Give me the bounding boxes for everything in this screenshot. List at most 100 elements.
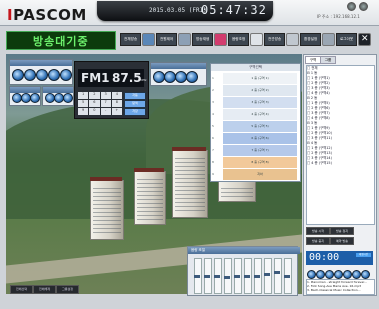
fader-knob[interactable] [194, 274, 200, 278]
toolbar-play-button[interactable]: 방송재생 [192, 31, 228, 48]
keypad-key[interactable]: 5 [78, 100, 89, 107]
mixer-title: 음량 조절 [188, 247, 300, 254]
keypad-key[interactable]: 0 [89, 108, 100, 115]
toolbar-settings-button[interactable]: 환경설정 [300, 31, 336, 48]
zone-item[interactable]: 1 층 (구역 1) [223, 73, 297, 84]
minimize-icon[interactable] [347, 2, 356, 11]
zone-icon [286, 33, 300, 46]
building-roof [134, 168, 164, 172]
close-icon[interactable] [359, 2, 368, 11]
select-all-button[interactable]: 전체선택 [10, 285, 33, 294]
toolbar-allzone-button[interactable]: 전관방송 [264, 31, 300, 48]
fm-search-button[interactable]: 탐색 [124, 100, 146, 108]
fader-knob[interactable] [224, 276, 230, 280]
apartment-building[interactable] [218, 180, 256, 202]
keypad-key[interactable]: 7 [100, 100, 111, 107]
speaker-icon[interactable] [36, 69, 48, 81]
zone-item[interactable]: 8 층 (구역 8) [223, 157, 297, 168]
toolbar-volume-button[interactable]: 음량조정 [228, 31, 264, 48]
toolbar-logout-button[interactable]: 로그아웃 ✕ [336, 31, 372, 48]
apartment-building[interactable] [172, 150, 208, 218]
zone-item[interactable]: 6 층 (구역 6) [223, 133, 297, 144]
keypad-key[interactable]: 3 [100, 92, 111, 99]
group-setting-button[interactable]: 그룹설정 [56, 285, 79, 294]
toolbar-power-button[interactable]: 전원제어 [156, 31, 192, 48]
building-roof [90, 177, 122, 181]
speaker-icon[interactable] [24, 69, 36, 81]
volume-fader[interactable] [214, 258, 222, 294]
broadcast-pause-button[interactable]: 방송 정지 [330, 227, 354, 235]
fader-knob[interactable] [284, 274, 290, 278]
volume-fader[interactable] [244, 258, 252, 294]
keypad-key[interactable]: 4 [111, 92, 122, 99]
broadcast-stop-button[interactable]: 방송 중지 [306, 237, 330, 245]
fader-knob[interactable] [244, 274, 250, 278]
speaker-icon[interactable] [63, 93, 73, 103]
broadcast-start-button[interactable]: 방송 시작 [306, 227, 330, 235]
speaker-icon[interactable] [48, 69, 60, 81]
keypad-key[interactable]: 8 [111, 100, 122, 107]
fader-knob[interactable] [274, 271, 280, 275]
fm-keypad: 1 2 3 4 5 6 7 8 9 0 - + [78, 92, 122, 115]
speaker-icon[interactable] [30, 93, 40, 103]
tab-zone[interactable]: 구역 [305, 56, 321, 64]
volume-icon[interactable] [361, 270, 370, 279]
timer-text: 00:00 [309, 252, 340, 263]
speaker-group-panel [42, 86, 74, 106]
play-icon[interactable] [316, 270, 325, 279]
panel-titlebar [151, 63, 206, 69]
fm-frequency: 87.5 [112, 71, 142, 85]
volume-fader[interactable] [204, 258, 212, 294]
speaker-icon[interactable] [12, 69, 24, 81]
fader-knob[interactable] [254, 274, 260, 278]
scheduled-broadcast-button[interactable]: 예약 방송 [330, 237, 354, 245]
pause-icon[interactable] [325, 270, 334, 279]
fm-save-button[interactable]: 저장 [124, 108, 146, 116]
zone-tree: □ 전체 ⊟ 1 동 □ 1 층 (구역1) □ 2 층 (구역2) □ 3 층… [306, 65, 375, 225]
right-control-panel: 구역 그룹 □ 전체 ⊟ 1 동 □ 1 층 (구역1) □ 2 층 (구역2)… [303, 54, 377, 296]
keypad-key[interactable]: - [100, 108, 111, 115]
fm-band: FM1 [81, 71, 110, 85]
speaker-icon[interactable] [60, 69, 72, 81]
volume-fader[interactable] [234, 258, 242, 294]
volume-fader[interactable] [264, 258, 272, 294]
fader-knob[interactable] [234, 274, 240, 278]
stop-icon[interactable] [334, 270, 343, 279]
fm-auto-button[interactable]: 자동 [124, 92, 146, 100]
prev-icon[interactable] [307, 270, 316, 279]
fm-unit: MHz [140, 78, 147, 82]
fader-knob[interactable] [264, 272, 270, 276]
apartment-building[interactable] [134, 171, 166, 225]
keypad-key[interactable]: + [111, 108, 122, 115]
keypad-key[interactable]: 2 [89, 92, 100, 99]
next-icon[interactable] [343, 270, 352, 279]
zone-item[interactable]: 2 층 (구역 2) [223, 85, 297, 96]
volume-fader[interactable] [284, 258, 292, 294]
tab-group[interactable]: 그룹 [320, 56, 336, 64]
zone-number: 2 [212, 88, 214, 92]
volume-fader[interactable] [274, 258, 282, 294]
fader-knob[interactable] [214, 274, 220, 278]
tree-item[interactable]: □ 4 층 (구역15) [307, 161, 374, 166]
fm-tuner-panel: FM1 87.5 MHz 1 2 3 4 5 6 7 8 9 0 - + 자동 … [74, 61, 149, 119]
keypad-key[interactable]: 1 [78, 92, 89, 99]
zone-item[interactable]: 7 층 (구역 7) [223, 145, 297, 156]
keypad-key[interactable]: 9 [78, 108, 89, 115]
volume-fader[interactable] [194, 258, 202, 294]
fader-knob[interactable] [204, 274, 210, 278]
volume-fader[interactable] [224, 258, 232, 294]
deselect-all-button[interactable]: 전체해제 [33, 285, 56, 294]
exit-icon: ✕ [358, 33, 372, 46]
speaker-group-panel [150, 62, 207, 86]
zone-item[interactable]: 지하 [223, 169, 297, 180]
playlist-item[interactable]: 3. Bach-Classical Music Collection... [307, 288, 374, 292]
apartment-building[interactable] [90, 180, 124, 240]
speaker-icon[interactable] [186, 71, 198, 83]
zone-item[interactable]: 5 층 (구역 5) [223, 121, 297, 132]
repeat-icon[interactable] [352, 270, 361, 279]
zone-item[interactable]: 4 층 (구역 4) [223, 109, 297, 120]
keypad-key[interactable]: 6 [89, 100, 100, 107]
volume-fader[interactable] [254, 258, 262, 294]
toolbar-all-broadcast-button[interactable]: 전체방송 [120, 31, 156, 48]
zone-item[interactable]: 3 층 (구역 3) [223, 97, 297, 108]
